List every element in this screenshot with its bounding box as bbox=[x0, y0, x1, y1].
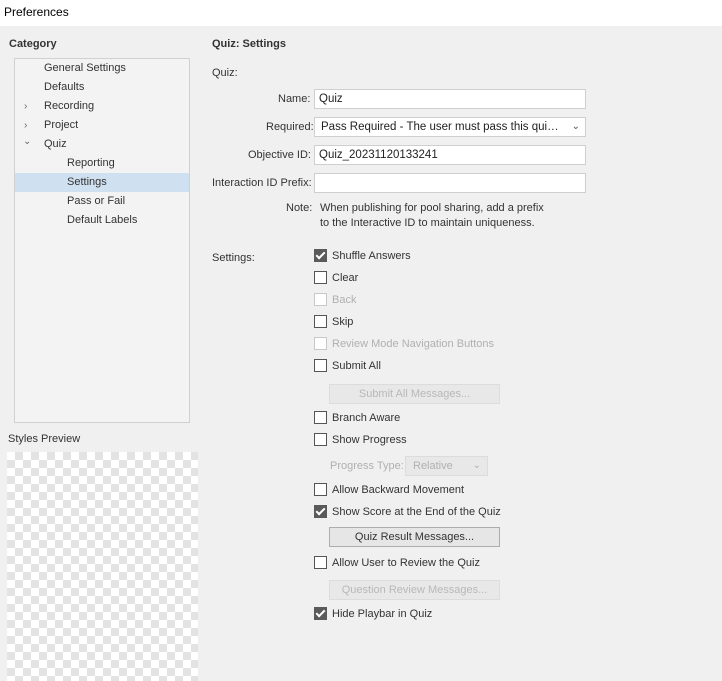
checkbox-icon bbox=[314, 482, 327, 496]
checkbox-icon bbox=[314, 606, 327, 620]
note-line-2: to the Interactive ID to maintain unique… bbox=[320, 217, 535, 229]
category-heading: Category bbox=[9, 38, 57, 50]
page-title: Quiz: Settings bbox=[212, 38, 286, 50]
interaction-id-prefix-label: Interaction ID Prefix: bbox=[212, 177, 312, 189]
progress-type-label: Progress Type: bbox=[330, 460, 404, 472]
quiz-result-messages-button[interactable]: Quiz Result Messages... bbox=[329, 527, 500, 547]
note-text: When publishing for pool sharing, add a … bbox=[320, 201, 544, 231]
show-score-checkbox[interactable]: Show Score at the End of the Quiz bbox=[314, 504, 501, 519]
checkbox-label: Allow User to Review the Quiz bbox=[332, 557, 480, 569]
settings-label: Settings: bbox=[212, 252, 255, 264]
hide-playbar-checkbox[interactable]: Hide Playbar in Quiz bbox=[314, 606, 433, 621]
note-line-1: When publishing for pool sharing, add a … bbox=[320, 202, 544, 214]
tree-item-defaults[interactable]: Defaults bbox=[44, 78, 84, 97]
checkbox-icon bbox=[314, 314, 327, 328]
checkbox-icon bbox=[314, 358, 327, 372]
tree-item-label: Pass or Fail bbox=[67, 195, 126, 207]
checkbox-label: Show Progress bbox=[332, 434, 407, 446]
checkbox-label: Back bbox=[332, 294, 357, 306]
tree-item-label: Defaults bbox=[44, 81, 85, 93]
name-value: Quiz bbox=[319, 93, 343, 105]
tree-item-general-settings[interactable]: General Settings bbox=[44, 59, 126, 78]
tree-item-label: General Settings bbox=[44, 62, 126, 74]
checkbox-label: Submit All bbox=[332, 360, 381, 372]
category-tree: General Settings Defaults › Recording › … bbox=[14, 58, 190, 423]
objective-id-field[interactable]: Quiz_20231120133241 bbox=[314, 145, 586, 165]
tree-item-label: Reporting bbox=[67, 157, 115, 169]
tree-item-quiz[interactable]: ⌄ Quiz bbox=[15, 135, 189, 154]
tree-item-recording[interactable]: › Recording bbox=[15, 97, 189, 116]
checkbox-icon bbox=[314, 504, 327, 518]
tree-item-label: Settings bbox=[67, 176, 107, 188]
required-value: Pass Required - The user must pass this … bbox=[321, 121, 561, 133]
window-title: Preferences bbox=[4, 5, 69, 19]
checkbox-icon bbox=[314, 248, 327, 262]
question-review-messages-button[interactable]: Question Review Messages... bbox=[329, 580, 500, 600]
required-dropdown[interactable]: Pass Required - The user must pass this … bbox=[314, 117, 586, 137]
chevron-right-icon[interactable]: › bbox=[24, 97, 34, 116]
shuffle-answers-checkbox[interactable]: Shuffle Answers bbox=[314, 248, 411, 263]
checkbox-icon bbox=[314, 336, 327, 350]
title-bar: Preferences bbox=[0, 0, 722, 26]
tree-item-label: Quiz bbox=[44, 138, 67, 150]
chevron-down-icon[interactable]: ⌄ bbox=[23, 132, 33, 151]
submit-all-checkbox[interactable]: Submit All bbox=[314, 358, 381, 373]
required-label: Required: bbox=[266, 121, 314, 133]
review-mode-navigation-buttons-checkbox[interactable]: Review Mode Navigation Buttons bbox=[314, 336, 495, 351]
tree-item-label: Default Labels bbox=[67, 214, 138, 226]
skip-checkbox[interactable]: Skip bbox=[314, 314, 354, 329]
chevron-down-icon: ⌄ bbox=[571, 121, 580, 132]
tree-item-label: Recording bbox=[44, 100, 95, 112]
chevron-down-icon: ⌄ bbox=[472, 460, 481, 471]
progress-type-value: Relative bbox=[413, 460, 453, 472]
styles-preview-canvas bbox=[7, 452, 198, 681]
objective-id-value: Quiz_20231120133241 bbox=[319, 149, 438, 161]
back-checkbox[interactable]: Back bbox=[314, 292, 357, 307]
checkbox-label: Review Mode Navigation Buttons bbox=[332, 338, 495, 350]
checkbox-icon bbox=[314, 432, 327, 446]
progress-type-dropdown[interactable]: Relative ⌄ bbox=[405, 456, 488, 476]
checkbox-label: Hide Playbar in Quiz bbox=[332, 608, 433, 620]
branch-aware-checkbox[interactable]: Branch Aware bbox=[314, 410, 401, 425]
checkbox-icon bbox=[314, 410, 327, 424]
allow-user-to-review-checkbox[interactable]: Allow User to Review the Quiz bbox=[314, 555, 480, 570]
styles-preview-label: Styles Preview bbox=[8, 433, 81, 445]
checkbox-icon bbox=[314, 555, 327, 569]
objective-id-label: Objective ID: bbox=[248, 149, 311, 161]
show-progress-checkbox[interactable]: Show Progress bbox=[314, 432, 407, 447]
tree-item-pass-or-fail[interactable]: Pass or Fail bbox=[67, 192, 125, 211]
tree-item-reporting[interactable]: Reporting bbox=[67, 154, 115, 173]
name-field[interactable]: Quiz bbox=[314, 89, 586, 109]
tree-item-default-labels[interactable]: Default Labels bbox=[67, 211, 137, 230]
checkbox-icon bbox=[314, 270, 327, 284]
interaction-id-prefix-field[interactable] bbox=[314, 173, 586, 193]
checkbox-label: Branch Aware bbox=[332, 412, 401, 424]
checkbox-label: Show Score at the End of the Quiz bbox=[332, 506, 501, 518]
tree-item-project[interactable]: › Project bbox=[15, 116, 189, 135]
clear-checkbox[interactable]: Clear bbox=[314, 270, 359, 285]
checkbox-label: Skip bbox=[332, 316, 354, 328]
checkbox-label: Clear bbox=[332, 272, 359, 284]
checkbox-label: Shuffle Answers bbox=[332, 250, 411, 262]
note-label: Note: bbox=[286, 202, 313, 214]
checkbox-icon bbox=[314, 292, 327, 306]
checkbox-label: Allow Backward Movement bbox=[332, 484, 465, 496]
quiz-heading: Quiz: bbox=[212, 67, 238, 79]
name-label: Name: bbox=[278, 93, 311, 105]
allow-backward-movement-checkbox[interactable]: Allow Backward Movement bbox=[314, 482, 465, 497]
tree-item-label: Project bbox=[44, 119, 79, 131]
submit-all-messages-button[interactable]: Submit All Messages... bbox=[329, 384, 500, 404]
tree-item-settings[interactable]: Settings bbox=[15, 173, 189, 192]
